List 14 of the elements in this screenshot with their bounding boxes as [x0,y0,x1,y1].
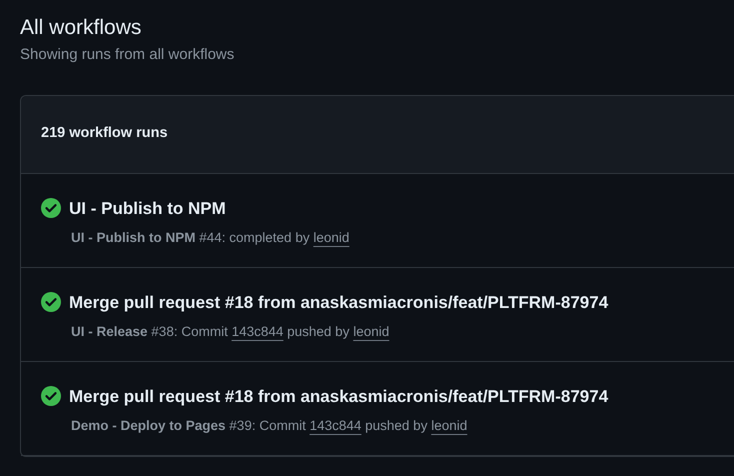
actor-link[interactable]: leonid [313,230,350,245]
run-title[interactable]: Merge pull request #18 from anaskasmiacronis/feat/PLTFRM-87974 [69,290,608,315]
run-details: Demo - Deploy to Pages #39: Commit 143c844 pushed by leonid [71,417,468,435]
run-count: 219 workflow runs [41,124,168,144]
page-subtitle: Showing runs from all workflows [20,45,236,65]
actor-link[interactable]: leonid [353,324,390,339]
run-details: UI - Release #38: Commit 143c844 pushed by leonid [71,323,390,341]
run-title[interactable]: UI - Publish to NPM [69,196,226,221]
commit-link[interactable]: 143c844 [232,324,284,339]
page-title: All workflows [20,15,142,41]
commit-link[interactable]: 143c844 [310,418,362,433]
run-details: UI - Publish to NPM #44: completed by leonid [71,229,350,247]
run-title[interactable]: Merge pull request #18 from anaskasmiacronis/feat/PLTFRM-87974 [69,384,608,409]
actor-link[interactable]: leonid [431,418,468,433]
